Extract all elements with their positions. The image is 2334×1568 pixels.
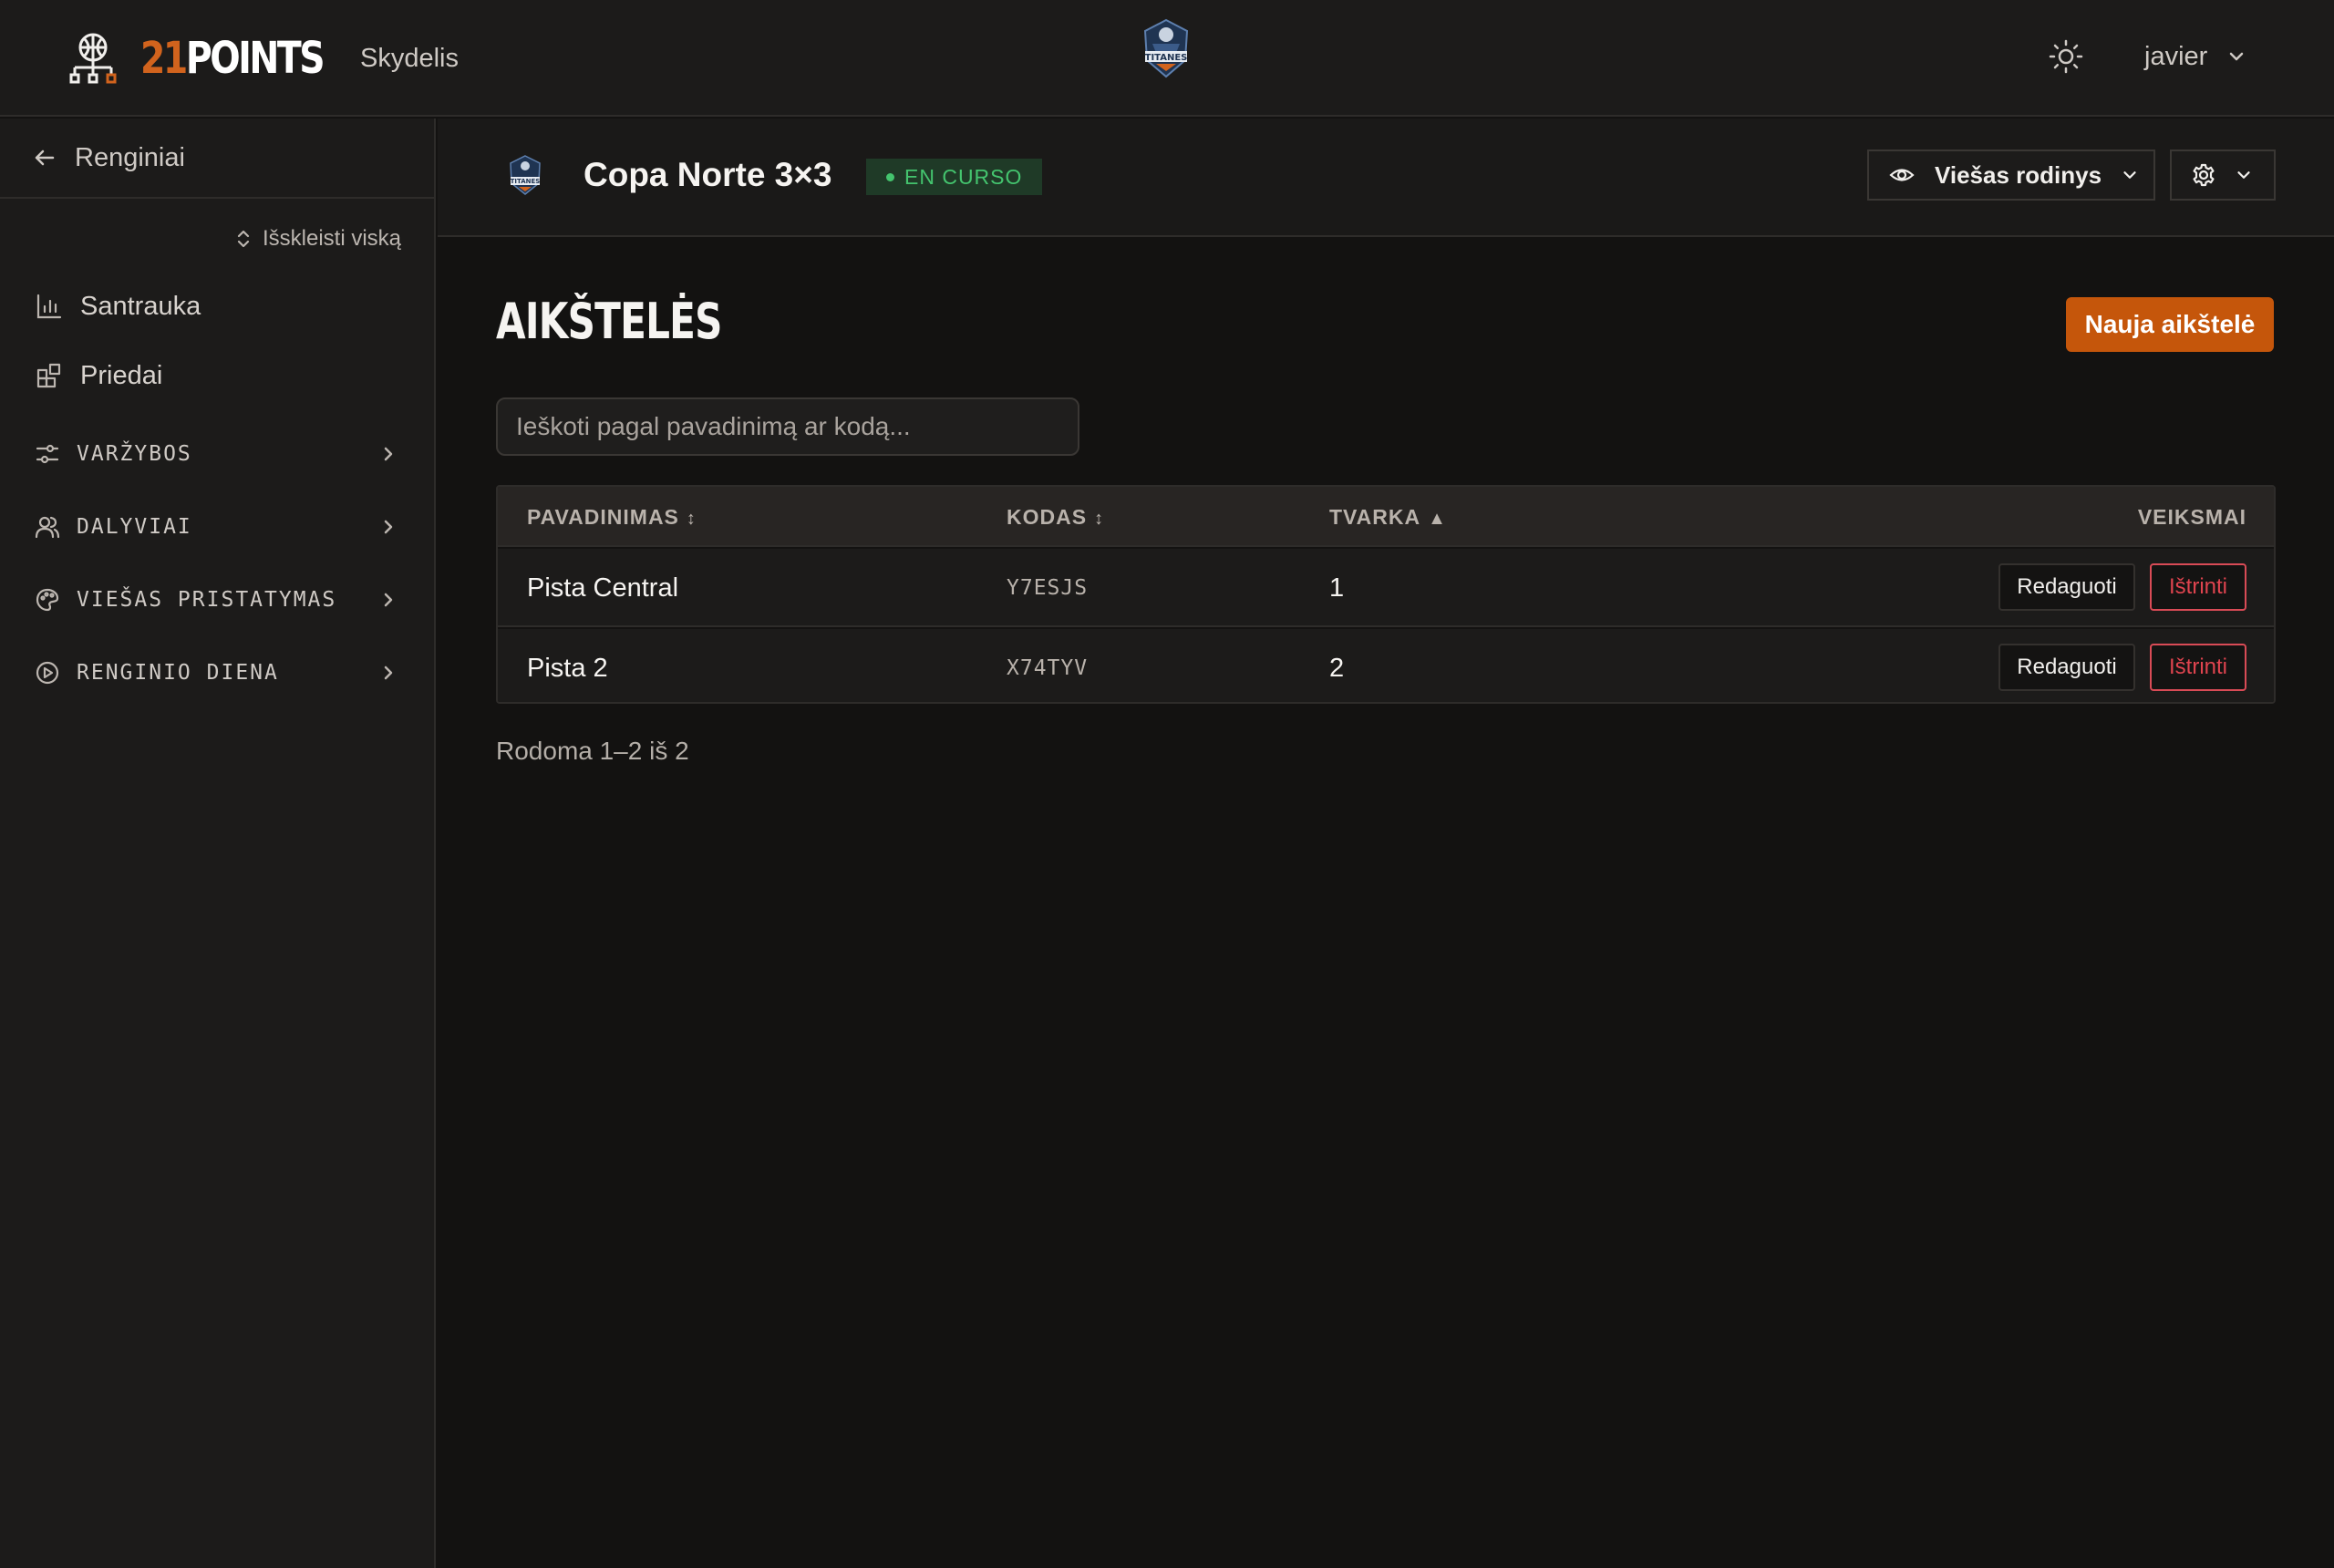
sort-icon: ↕ [1094,509,1105,529]
sidebar-item-label: Priedai [80,360,163,390]
brand-suffix: POINTS [185,33,325,84]
table-row: Pista Central Y7ESJS 1 Redaguoti Ištrint… [498,549,2274,627]
nav-dashboard-link[interactable]: Skydelis [360,40,459,77]
back-label: Renginiai [75,142,185,172]
expand-all-button[interactable]: Išskleisti viską [233,224,401,253]
sliders-icon [36,444,59,464]
sort-icon: ↕ [686,509,697,529]
widgets-icon [36,363,61,388]
sidebar-section-label: VIEŠAS PRISTATYMAS [77,588,337,612]
public-view-label: Viešas rodinys [1935,160,2102,189]
sidebar-section-label: DALYVIAI [77,515,192,539]
brand-name: 21POINTS [140,31,325,86]
brand-prefix: 21 [140,33,188,84]
arrow-left-icon [35,150,55,166]
edit-button[interactable]: Redaguoti [1998,644,2135,691]
table-row: Pista 2 X74TYV 2 Redaguoti Ištrinti [498,629,2274,702]
delete-button[interactable]: Ištrinti [2150,563,2246,611]
chevron-right-icon [384,665,393,680]
sidebar-section-public-presentation[interactable]: VIEŠAS PRISTATYMAS [35,582,399,618]
event-header: TITANES Copa Norte 3×3 EN CURSO Viešas r… [438,119,2334,237]
theme-toggle-sun-icon[interactable] [2048,38,2084,75]
gear-icon [2193,163,2215,187]
event-title: Copa Norte 3×3 [584,156,832,193]
chevron-right-icon [384,593,393,607]
expand-all-label: Išskleisti viską [262,226,401,251]
settings-dropdown[interactable] [2170,150,2276,201]
courts-table: PAVADINIMAS ↕ KODAS ↕ TVARKA ▲ VEIKSMAI Pis… [496,485,2276,704]
column-header-order[interactable]: TVARKA ▲ [1329,487,1447,547]
user-name: javier [2144,41,2208,71]
page-title: AIKŠTELĖS [496,293,722,350]
org-logo-icon[interactable]: TITANES [1134,16,1198,80]
court-code: Y7ESJS [1007,576,1089,600]
status-badge: EN CURSO [866,159,1043,195]
column-header-name-label: PAVADINIMAS [527,505,679,529]
court-name: Pista Central [527,573,679,603]
column-header-name[interactable]: PAVADINIMAS ↕ [527,487,697,547]
sort-asc-icon: ▲ [1428,509,1447,529]
sidebar-item-label: Santrauka [80,291,201,321]
chevrons-up-down-icon [237,230,250,248]
user-menu[interactable]: javier [2144,38,2247,75]
back-to-events-link[interactable]: Renginiai [0,119,434,199]
chevron-down-icon [2230,52,2244,61]
public-view-dropdown[interactable]: Viešas rodinys [1867,150,2155,201]
sidebar-section-label: RENGINIO DIENA [77,661,279,685]
court-order: 2 [1329,654,1345,683]
basketball-bracket-icon [69,33,117,84]
sidebar: Renginiai Išskleisti viską Santrauka Pri… [0,119,436,1568]
event-logo-icon: TITANES [510,155,541,195]
chevron-down-icon [2237,171,2250,179]
column-header-code-label: KODAS [1007,505,1088,529]
court-name: Pista 2 [527,654,608,683]
table-header: PAVADINIMAS ↕ KODAS ↕ TVARKA ▲ VEIKSMAI [498,487,2274,547]
sidebar-section-participants[interactable]: DALYVIAI [35,509,399,545]
edit-button[interactable]: Redaguoti [1998,563,2135,611]
pagination-info: Rodoma 1–2 iš 2 [496,737,689,765]
brand-logo[interactable]: 21POINTS [66,31,363,86]
org-logo-text: TITANES [1145,53,1188,63]
palette-icon [36,588,59,612]
column-header-code[interactable]: KODAS ↕ [1007,487,1104,547]
eye-icon [1889,169,1915,181]
search-input[interactable] [496,397,1079,456]
event-logo-text: TITANES [511,178,541,185]
chevron-right-icon [384,447,393,461]
court-code: X74TYV [1007,656,1089,680]
column-header-order-label: TVARKA [1329,505,1421,529]
chevron-down-icon [2123,171,2136,179]
chevron-right-icon [384,520,393,534]
new-court-button[interactable]: Nauja aikštelė [2066,297,2274,352]
sidebar-section-label: VARŽYBOS [77,442,192,466]
top-navbar: 21POINTS Skydelis TITANES javier [0,0,2334,117]
sidebar-item-summary[interactable]: Santrauka [35,284,399,328]
users-icon [35,516,60,539]
column-header-actions: VEIKSMAI [2137,505,2246,529]
sidebar-section-event-day[interactable]: RENGINIO DIENA [35,655,399,691]
play-circle-icon [36,661,59,685]
bar-chart-icon [36,294,62,319]
sidebar-section-competitions[interactable]: VARŽYBOS [35,436,399,472]
court-order: 1 [1329,573,1345,603]
delete-button[interactable]: Ištrinti [2150,644,2246,691]
sidebar-item-addons[interactable]: Priedai [35,354,399,397]
